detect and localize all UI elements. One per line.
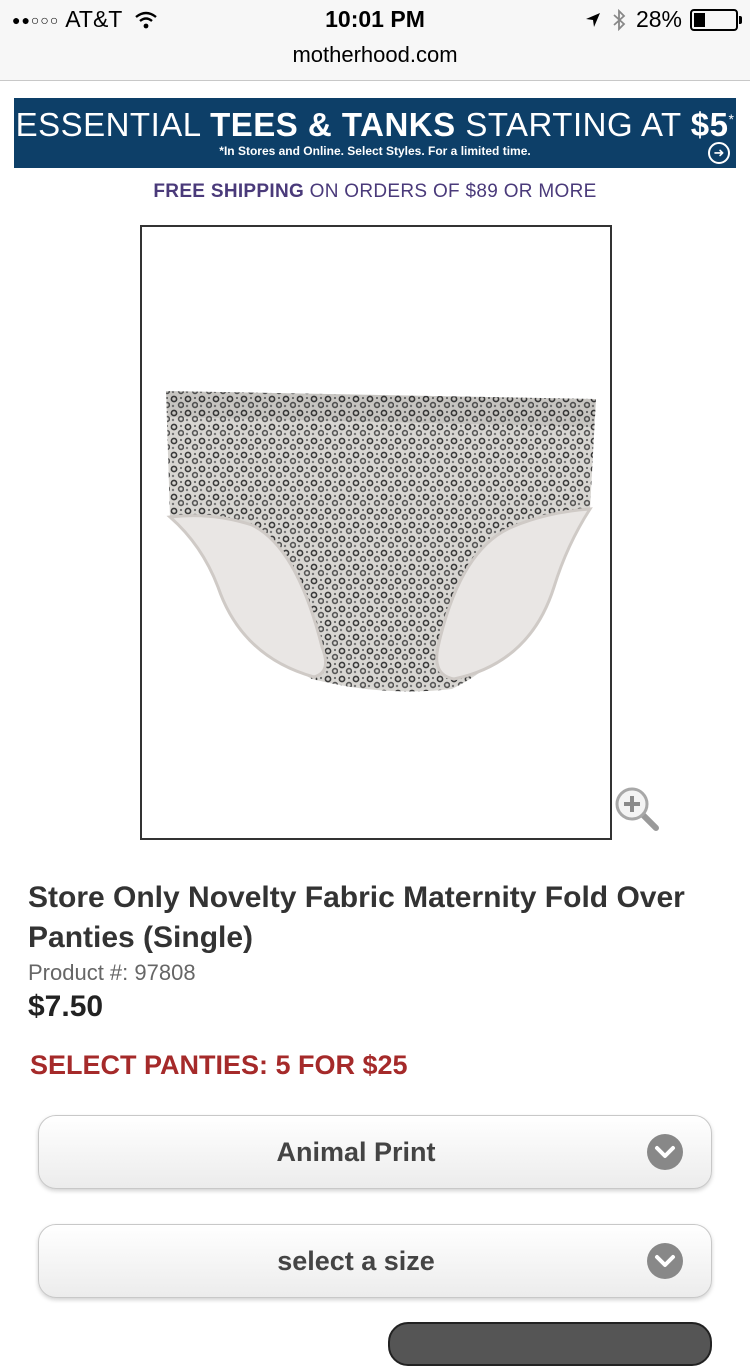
banner-subtext: *In Stores and Online. Select Styles. Fo…: [219, 144, 531, 158]
color-select[interactable]: Animal Print: [38, 1115, 712, 1189]
chevron-down-icon: [647, 1243, 683, 1279]
size-select-value: select a size: [277, 1246, 435, 1276]
address-bar[interactable]: motherhood.com: [0, 42, 750, 68]
color-select-value: Animal Print: [276, 1137, 436, 1167]
banner-headline: ESSENTIAL TEES & TANKS STARTING AT $5*: [14, 106, 736, 144]
shipping-rest: ON ORDERS OF $89 OR MORE: [304, 181, 597, 202]
size-select[interactable]: select a size: [38, 1224, 712, 1298]
bluetooth-icon: [613, 8, 626, 31]
banner-head-pre: ESSENTIAL: [15, 106, 211, 143]
status-bar: ●●○○○ AT&T 10:01 PM 28% motherhood.com: [0, 0, 750, 81]
arrow-right-circle-icon[interactable]: ➜: [708, 142, 730, 164]
battery-tip: [739, 15, 742, 24]
promo-offer[interactable]: SELECT PANTIES: 5 FOR $25: [30, 1050, 408, 1081]
product-price: $7.50: [28, 990, 104, 1023]
banner-head-price: $5: [690, 106, 729, 143]
free-shipping-notice[interactable]: FREE SHIPPING ON ORDERS OF $89 OR MORE: [0, 181, 750, 203]
product-number: Product #: 97808: [28, 960, 196, 985]
status-right: 28%: [584, 6, 742, 33]
zoom-in-icon[interactable]: [612, 784, 662, 834]
product-photo: [166, 391, 596, 692]
promo-banner[interactable]: ESSENTIAL TEES & TANKS STARTING AT $5* *…: [14, 98, 736, 168]
battery-icon: [690, 8, 742, 31]
shipping-bold: FREE SHIPPING: [153, 181, 305, 202]
chevron-down-icon: [647, 1134, 683, 1170]
banner-head-star: *: [728, 111, 735, 127]
banner-head-post: STARTING AT: [455, 106, 691, 143]
battery-fill: [694, 12, 705, 27]
product-title: Store Only Novelty Fabric Maternity Fold…: [28, 881, 685, 954]
location-icon: [585, 12, 600, 27]
battery-percent: 28%: [635, 6, 682, 32]
banner-head-bold: TEES & TANKS: [210, 106, 456, 143]
product-image[interactable]: [140, 225, 612, 840]
partial-action-button[interactable]: [388, 1322, 712, 1366]
